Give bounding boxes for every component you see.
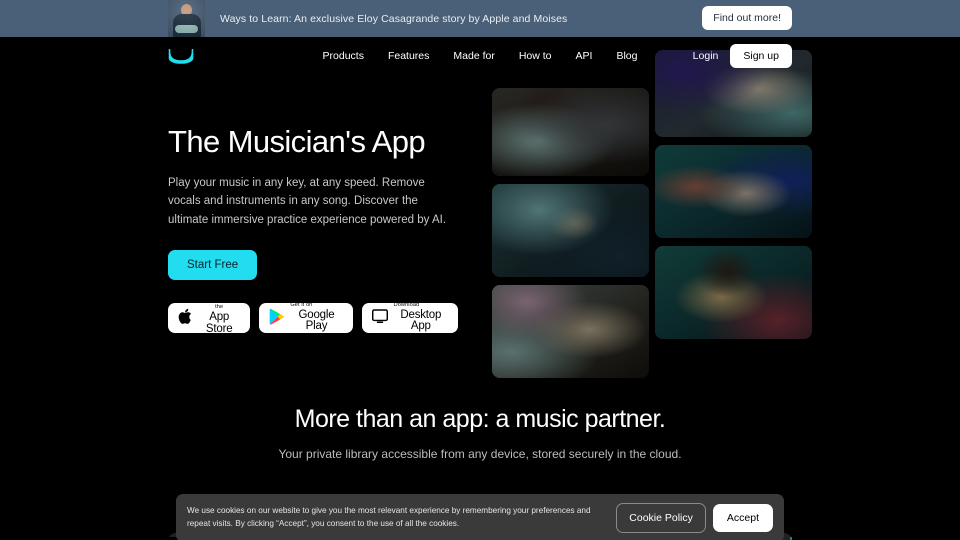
cookie-consent-banner: We use cookies on our website to give yo…	[176, 494, 784, 540]
cookie-buttons: Cookie Policy Accept	[616, 503, 773, 533]
store-buttons: Download on the App Store Get it on Goog…	[168, 298, 459, 335]
gallery-photo-singer	[492, 285, 649, 378]
gallery-photo-guitarist-couch	[655, 246, 812, 339]
desktop-app-label: Desktop App	[400, 308, 442, 333]
cookie-consent-text: We use cookies on our website to give yo…	[187, 506, 591, 528]
find-out-more-button[interactable]: Find out more!	[702, 6, 792, 30]
google-play-icon	[269, 308, 285, 328]
nav-link-blog[interactable]: Blog	[616, 50, 637, 62]
app-store-label: App Store	[205, 311, 233, 335]
section-subtitle: Your private library accessible from any…	[278, 447, 682, 461]
desktop-app-button[interactable]: Download Desktop App	[361, 301, 459, 333]
promo-banner: Ways to Learn: An exclusive Eloy Casagra…	[0, 0, 960, 37]
nav-links: Products Features Made for How to API Bl…	[323, 50, 638, 62]
desktop-app-small-label: Download	[393, 301, 420, 308]
desktop-monitor-icon	[371, 308, 388, 327]
section-title: More than an app: a music partner.	[294, 405, 666, 433]
nav-link-api[interactable]: API	[576, 50, 593, 62]
google-play-label: Google Play	[298, 308, 335, 333]
gallery-left-column	[492, 88, 649, 386]
app-store-small-label: Download on the	[202, 298, 237, 311]
nav-inner: Products Features Made for How to API Bl…	[168, 37, 792, 75]
nav-link-features[interactable]: Features	[388, 50, 429, 62]
landing-page: Ways to Learn: An exclusive Eloy Casagra…	[0, 0, 960, 540]
hero-section: The Musician's App Play your music in an…	[0, 50, 960, 405]
google-play-small-label: Get it on	[290, 301, 313, 308]
nav-link-products[interactable]: Products	[323, 50, 364, 62]
app-store-button[interactable]: Download on the App Store	[168, 298, 251, 335]
main-navigation: Products Features Made for How to API Bl…	[0, 37, 960, 75]
signup-button[interactable]: Sign up	[730, 44, 792, 68]
person-avatar-icon	[168, 0, 205, 37]
gallery-photo-bassist	[492, 88, 649, 176]
nav-actions: Login Sign up	[687, 44, 792, 68]
gallery-photo-duo-guitar	[655, 145, 812, 238]
start-free-button[interactable]: Start Free	[168, 249, 258, 280]
promo-text: Ways to Learn: An exclusive Eloy Casagra…	[220, 12, 568, 25]
gallery-right-column	[655, 50, 812, 347]
nav-link-how-to[interactable]: How to	[519, 50, 552, 62]
apple-icon	[178, 308, 192, 328]
value-prop-section: More than an app: a music partner. Your …	[0, 405, 960, 461]
cookie-accept-button[interactable]: Accept	[712, 504, 773, 532]
google-play-button[interactable]: Get it on Google Play	[259, 301, 353, 333]
nav-link-made-for[interactable]: Made for	[453, 50, 494, 62]
hero-title: The Musician's App	[168, 124, 426, 159]
moises-wave-logo-icon[interactable]	[168, 47, 194, 65]
promo-banner-inner: Ways to Learn: An exclusive Eloy Casagra…	[168, 0, 792, 37]
cookie-policy-button[interactable]: Cookie Policy	[616, 503, 706, 533]
hero-copy: The Musician's App Play your music in an…	[168, 124, 459, 335]
login-link[interactable]: Login	[687, 50, 725, 62]
hero-inner: The Musician's App Play your music in an…	[168, 50, 812, 405]
gallery-photo-drummer	[492, 184, 649, 277]
hero-photo-gallery	[492, 50, 812, 381]
hero-subtitle: Play your music in any key, at any speed…	[168, 176, 447, 226]
